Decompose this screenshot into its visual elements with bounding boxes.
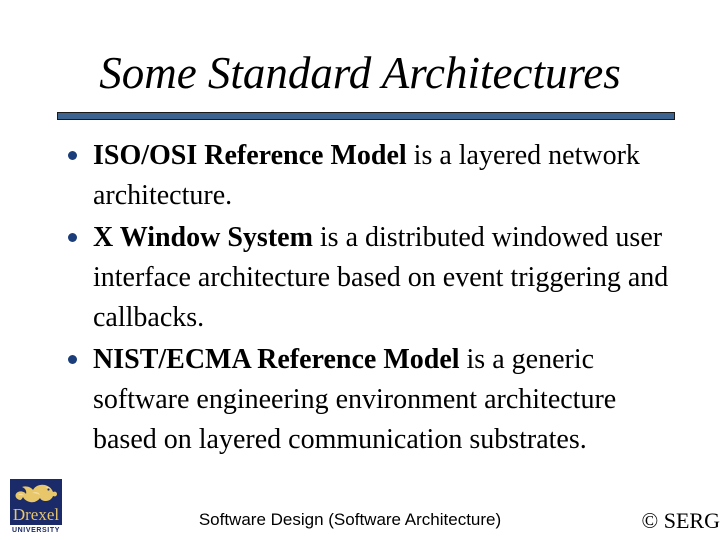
dragon-icon xyxy=(15,484,57,503)
footer-center-text: Software Design (Software Architecture) xyxy=(198,510,502,529)
list-item: NIST/ECMA Reference Model is a generic s… xyxy=(56,340,686,460)
list-item: ISO/OSI Reference Model is a layered net… xyxy=(56,136,686,216)
list-item-lead: NIST/ECMA Reference Model xyxy=(93,344,460,375)
list-item: X Window System is a distributed windowe… xyxy=(56,218,686,338)
slide-canvas: Some Standard Architectures ISO/OSI Refe… xyxy=(0,0,720,540)
drexel-university-logo: Drexel UNIVERSITY xyxy=(10,479,62,538)
bullet-list: ISO/OSI Reference Model is a layered net… xyxy=(56,136,686,462)
logo-subtext: UNIVERSITY xyxy=(11,527,60,534)
logo-wordmark: Drexel xyxy=(12,505,60,524)
bullet-point-icon xyxy=(68,151,77,160)
list-item-lead: X Window System xyxy=(93,222,313,253)
page-title: Some Standard Architectures xyxy=(99,48,621,98)
bullet-point-icon xyxy=(68,355,77,364)
logo-badge: Drexel xyxy=(10,479,62,525)
title-divider xyxy=(57,112,675,120)
footer-copyright: © SERG xyxy=(641,508,720,533)
list-item-lead: ISO/OSI Reference Model xyxy=(93,140,407,171)
bullet-point-icon xyxy=(68,233,77,242)
